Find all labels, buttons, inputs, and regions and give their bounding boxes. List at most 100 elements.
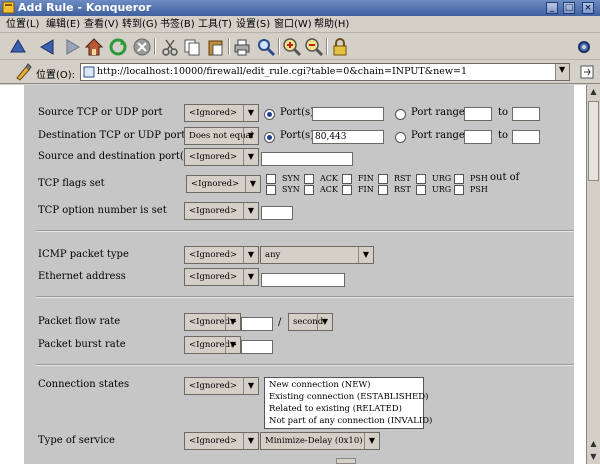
icmp-mode-select[interactable]: <Ignored> ▼ [184,246,259,264]
stop-icon[interactable] [132,37,152,57]
flow-rate-unit-select[interactable]: second ▼ [288,313,333,331]
menu-bookmarks[interactable]: 书签(B) [160,18,195,31]
dst-port-mode-select[interactable]: Does not equal ▼ [184,127,259,145]
mask-psh-checkbox[interactable] [454,185,464,195]
gear-icon[interactable] [574,37,594,57]
conn-state-option[interactable]: Related to existing (RELATED) [269,404,402,414]
menu-edit[interactable]: 编辑(E) [46,18,80,31]
mask-fin-checkbox[interactable] [342,185,352,195]
flag-label: URG [432,185,452,194]
scroll-up-arrow[interactable]: ▲ [587,437,600,450]
url-input[interactable]: http://localhost:10000/firewall/edit_rul… [80,63,570,81]
burst-rate-mode-select[interactable]: <Ignored> ▼ [184,336,241,354]
tcp-flags-mode-select[interactable]: <Ignored> ▼ [186,175,261,193]
flow-rate-mode-select[interactable]: <Ignored> ▼ [184,313,241,331]
src-range-from-input[interactable] [464,107,492,121]
flag-syn-checkbox[interactable] [266,174,276,184]
toolbar-separator [228,38,230,55]
lock-icon[interactable] [330,37,350,57]
src-range-radio[interactable] [395,109,406,120]
maximize-button[interactable]: □ [563,2,575,14]
minimize-button[interactable]: _ [546,2,558,14]
ethernet-mode-select[interactable]: <Ignored> ▼ [184,268,259,286]
src-dst-ports-mode-select[interactable]: <Ignored> ▼ [184,148,259,166]
close-button[interactable]: × [582,2,594,14]
menu-view[interactable]: 查看(V) [84,18,119,31]
menu-window[interactable]: 窗口(W) [274,18,312,31]
dst-range-from-input[interactable] [464,130,492,144]
paste-icon[interactable] [206,37,226,57]
icmp-type-select[interactable]: any ▼ [260,246,374,264]
dst-range-to-input[interactable] [512,130,540,144]
dst-range-label: Port range [411,130,465,141]
flag-rst-checkbox[interactable] [378,174,388,184]
forward-icon[interactable] [62,37,82,57]
print-icon[interactable] [232,37,252,57]
flow-rate-input[interactable] [241,317,273,331]
reload-icon[interactable] [108,37,128,57]
conn-state-option[interactable]: New connection (NEW) [269,380,371,390]
flag-label: RST [394,174,411,183]
conn-states-listbox[interactable]: New connection (NEW) Existing connection… [264,377,432,429]
menu-go[interactable]: 转到(G) [122,18,158,31]
src-range-to-label: to [498,107,509,118]
menu-location[interactable]: 位置(L) [6,18,39,31]
vertical-scrollbar[interactable]: ▲ ▲ ▼ [586,85,600,464]
src-port-mode-select[interactable]: <Ignored> ▼ [184,104,259,122]
src-ports-input[interactable] [312,107,384,121]
cut-icon[interactable] [160,37,180,57]
conn-state-option[interactable]: Existing connection (ESTABLISHED) [269,392,428,402]
url-history-dropdown[interactable]: ▼ [555,64,569,80]
burst-rate-label: Packet burst rate [38,339,126,350]
src-ports-radio[interactable] [264,109,275,120]
scroll-up-arrow[interactable]: ▲ [587,85,600,98]
icmp-label: ICMP packet type [38,249,129,260]
dst-ports-input[interactable]: 80,443 [312,130,384,144]
flag-label: FIN [358,185,374,194]
find-icon[interactable] [256,37,276,57]
flag-psh-checkbox[interactable] [454,174,464,184]
conn-state-option[interactable]: Not part of any connection (INVALID) [269,416,432,426]
menu-settings[interactable]: 设置(S) [236,18,270,31]
zoom-out-icon[interactable] [304,37,324,57]
conn-states-mode-select[interactable]: <Ignored> ▼ [184,377,259,395]
flag-fin-checkbox[interactable] [342,174,352,184]
mask-syn-checkbox[interactable] [266,185,276,195]
mask-rst-checkbox[interactable] [378,185,388,195]
flow-rate-label: Packet flow rate [38,316,121,327]
menu-tools[interactable]: 工具(T) [198,18,232,31]
tos-mode-select[interactable]: <Ignored> ▼ [184,432,259,450]
ethernet-input[interactable] [261,273,345,287]
tcp-option-input[interactable] [261,206,293,220]
menu-bar: 位置(L) 编辑(E) 查看(V) 转到(G) 书签(B) 工具(T) 设置(S… [0,16,600,33]
menu-help[interactable]: 帮助(H) [314,18,349,31]
resize-grip[interactable] [336,458,356,464]
flow-rate-separator: / [278,317,282,328]
zoom-in-icon[interactable] [282,37,302,57]
dst-range-radio[interactable] [395,132,406,143]
mask-ack-checkbox[interactable] [304,185,314,195]
burst-rate-input[interactable] [241,340,273,354]
flag-label: ACK [320,174,338,183]
scroll-down-arrow[interactable]: ▼ [587,450,600,463]
page-viewport: ▲ ▲ ▼ Source TCP or UDP port <Ignored> ▼ … [0,85,600,464]
mask-urg-checkbox[interactable] [416,185,426,195]
flag-urg-checkbox[interactable] [416,174,426,184]
src-dst-ports-input[interactable] [261,152,353,166]
flag-ack-checkbox[interactable] [304,174,314,184]
copy-icon[interactable] [182,37,202,57]
scroll-thumb[interactable] [588,101,599,181]
tcp-option-mode-select[interactable]: <Ignored> ▼ [184,202,259,220]
src-range-to-input[interactable] [512,107,540,121]
up-icon[interactable] [8,37,28,57]
home-icon[interactable] [84,37,104,57]
ethernet-label: Ethernet address [38,271,126,282]
clear-location-icon[interactable] [14,63,32,81]
dst-ports-radio[interactable] [264,132,275,143]
tos-value-select[interactable]: Minimize-Delay (0x10) ▼ [260,432,380,450]
dst-ports-label: Port(s) [280,130,315,141]
back-icon[interactable] [38,37,58,57]
toolbar-separator [326,38,328,55]
title-bar: Add Rule - Konqueror _ □ × [0,0,600,16]
go-icon[interactable] [580,65,594,79]
